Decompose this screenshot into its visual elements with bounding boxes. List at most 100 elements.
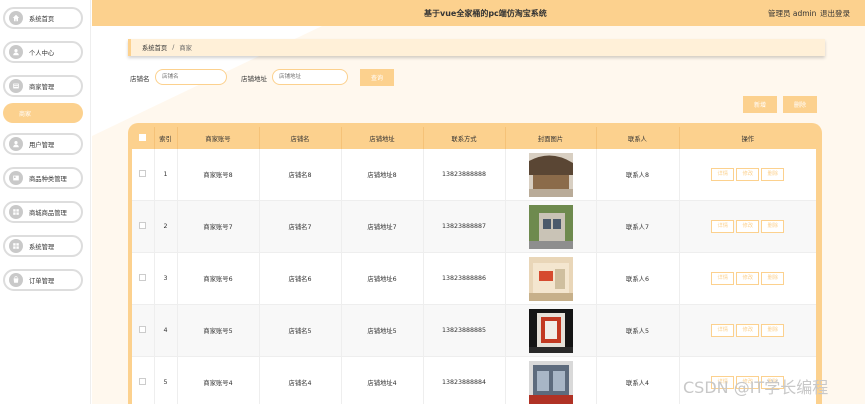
grid-icon (9, 205, 23, 219)
address-cell: 店铺地址4 (341, 356, 424, 404)
index-cell: 2 (154, 200, 178, 253)
shop-name-cell: 店铺名6 (259, 252, 342, 305)
row-select-cell[interactable] (132, 356, 155, 404)
address-cell: 店铺地址5 (341, 304, 424, 357)
contact-cell: 联系人8 (596, 149, 680, 201)
edit-button[interactable]: 修改 (736, 168, 760, 181)
detail-button[interactable]: 详情 (711, 168, 735, 181)
detail-button[interactable]: 详情 (711, 272, 735, 285)
sidebar-item-merchants[interactable]: 商家管理 (3, 75, 83, 97)
shop-address-input[interactable] (272, 69, 348, 85)
cover-image (528, 152, 573, 197)
sidebar-item-label: 商家管理 (29, 83, 55, 91)
row-checkbox[interactable] (139, 378, 147, 385)
row-select-cell[interactable] (132, 304, 155, 357)
sidebar-item-home[interactable]: 系统首页 (3, 7, 83, 29)
shop-icon (9, 79, 23, 93)
cover-image (528, 308, 573, 353)
sidebar-item-products[interactable]: 商城商品管理 (3, 201, 83, 223)
sidebar-item-users[interactable]: 用户管理 (3, 133, 83, 155)
sidebar-item-categories[interactable]: 商品种类管理 (3, 167, 83, 189)
phone-cell: 13823888884 (423, 356, 506, 404)
address-cell: 店铺地址7 (341, 200, 424, 253)
column-header: 索引 (154, 127, 178, 149)
merchant-table-container: 索引 商家账号 店铺名 店铺地址 联系方式 封面图片 联系人 操作 1 商家账号… (128, 123, 822, 404)
phone-cell: 13823888888 (423, 149, 506, 201)
index-cell: 5 (154, 356, 178, 404)
table-header-row: 索引 商家账号 店铺名 店铺地址 联系方式 封面图片 联系人 操作 (132, 127, 816, 149)
breadcrumb-separator: / (172, 44, 175, 51)
site-title: 基于vue全家桶的pc端仿淘宝系统 (424, 9, 547, 18)
column-header: 商家账号 (177, 127, 260, 149)
category-icon (9, 171, 23, 185)
detail-button[interactable]: 详情 (711, 324, 735, 337)
row-checkbox[interactable] (139, 222, 147, 229)
contact-cell: 联系人5 (596, 304, 680, 357)
row-select-cell[interactable] (132, 200, 155, 253)
logout-link[interactable]: 退出登录 (820, 8, 850, 19)
sidebar-item-label: 用户管理 (29, 141, 55, 149)
index-cell: 3 (154, 252, 178, 305)
shop-name-cell: 店铺名5 (259, 304, 342, 357)
detail-button[interactable]: 详情 (711, 220, 735, 233)
shop-name-label: 店铺名 (130, 75, 150, 83)
table-row: 2 商家账号7 店铺名7 店铺地址7 13823888887 联系人7 详情 修… (132, 200, 816, 253)
edit-button[interactable]: 修改 (736, 272, 760, 285)
breadcrumb: 系统首页 / 商家 (128, 39, 825, 56)
edit-button[interactable]: 修改 (736, 220, 760, 233)
column-header: 店铺地址 (341, 127, 424, 149)
sidebar: 系统首页 个人中心 商家管理 商家 用户管理 商品种类管理 商城商品管理 系统管… (0, 0, 91, 404)
cover-cell (505, 149, 597, 201)
sidebar-item-profile[interactable]: 个人中心 (3, 41, 83, 63)
select-all-checkbox[interactable] (139, 133, 147, 141)
watermark: CSDN @IT学长编程 (683, 378, 829, 397)
actions-cell: 详情 修改 删除 (679, 149, 816, 201)
phone-cell: 13823888887 (423, 200, 506, 253)
add-button[interactable]: 新增 (743, 96, 777, 113)
cover-image (528, 256, 573, 301)
row-checkbox[interactable] (139, 326, 147, 333)
sidebar-item-system[interactable]: 系统管理 (3, 235, 83, 257)
phone-cell: 13823888885 (423, 304, 506, 357)
shop-address-label: 店铺地址 (241, 75, 267, 83)
grid-icon (9, 239, 23, 253)
row-checkbox[interactable] (139, 170, 147, 177)
cover-image (528, 204, 573, 249)
column-header: 操作 (679, 127, 816, 149)
select-all-cell[interactable] (132, 127, 155, 149)
delete-button[interactable]: 删除 (761, 220, 785, 233)
account-cell: 商家账号4 (177, 356, 260, 404)
cover-cell (505, 200, 597, 253)
address-cell: 店铺地址8 (341, 149, 424, 201)
shop-name-input[interactable] (155, 69, 227, 85)
home-icon (9, 11, 23, 25)
row-select-cell[interactable] (132, 252, 155, 305)
cover-cell (505, 304, 597, 357)
contact-cell: 联系人6 (596, 252, 680, 305)
column-header: 联系人 (596, 127, 680, 149)
sidebar-item-orders[interactable]: 订单管理 (3, 269, 83, 291)
row-checkbox[interactable] (139, 274, 147, 281)
table-row: 1 商家账号8 店铺名8 店铺地址8 13823888888 联系人8 详情 修改… (132, 149, 816, 201)
sidebar-item-label: 系统管理 (29, 243, 55, 251)
column-header: 封面图片 (505, 127, 597, 149)
row-select-cell[interactable] (132, 149, 155, 201)
delete-button[interactable]: 删除 (761, 168, 785, 181)
sidebar-item-label: 订单管理 (29, 277, 55, 285)
table-row: 4 商家账号5 店铺名5 店铺地址5 13823888885 联系人5 详情 修… (132, 304, 816, 357)
batch-delete-button[interactable]: 删除 (783, 96, 817, 113)
column-header: 店铺名 (259, 127, 342, 149)
merchant-table: 索引 商家账号 店铺名 店铺地址 联系方式 封面图片 联系人 操作 1 商家账号… (132, 127, 816, 404)
column-header: 联系方式 (423, 127, 506, 149)
sidebar-item-label: 个人中心 (29, 49, 55, 57)
shop-name-cell: 店铺名8 (259, 149, 342, 201)
main-content: 系统首页 / 商家 店铺名 店铺地址 查询 新增 删除 索引 商家账号 店铺名 … (92, 26, 865, 404)
query-button[interactable]: 查询 (360, 69, 394, 86)
sidebar-subitem-merchant[interactable]: 商家 (3, 103, 83, 123)
shop-name-cell: 店铺名7 (259, 200, 342, 253)
delete-button[interactable]: 删除 (761, 324, 785, 337)
delete-button[interactable]: 删除 (761, 272, 785, 285)
breadcrumb-home[interactable]: 系统首页 (142, 43, 167, 52)
admin-label: 管理员 admin (768, 9, 817, 18)
edit-button[interactable]: 修改 (736, 324, 760, 337)
